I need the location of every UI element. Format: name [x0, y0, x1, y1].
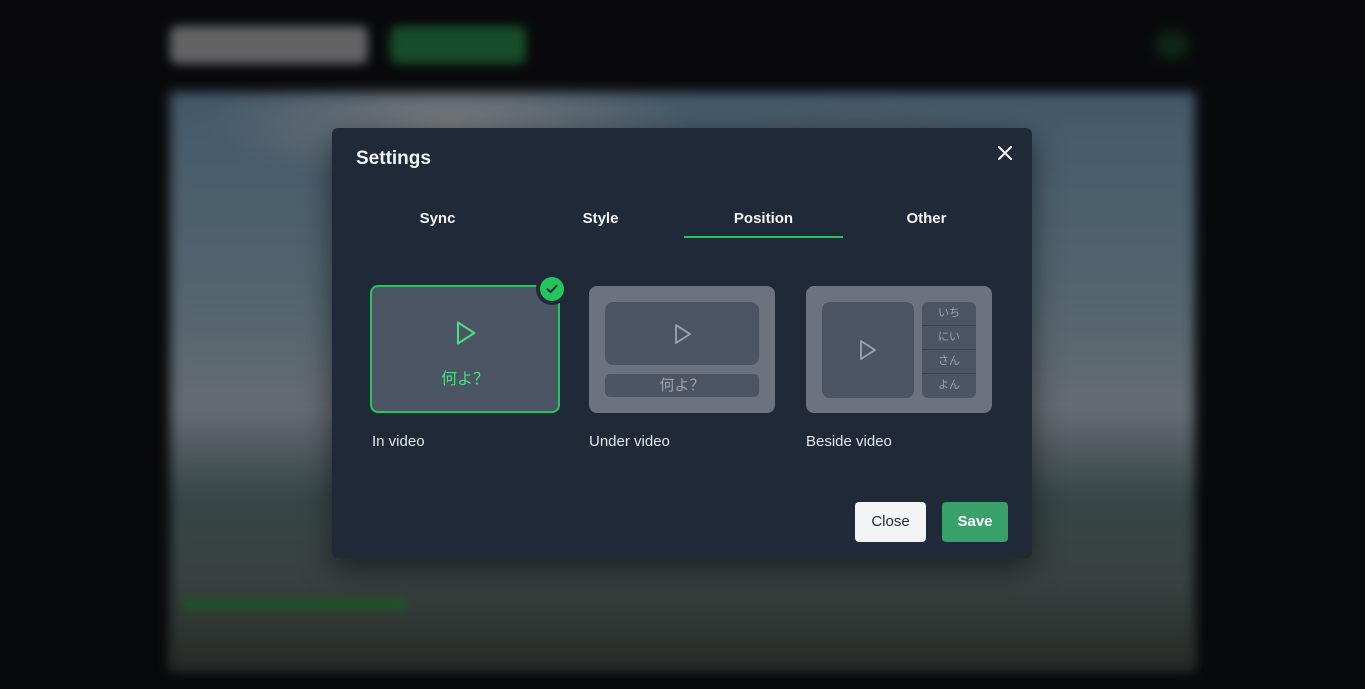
position-option-in-video[interactable]: 何よ？ — [370, 285, 560, 413]
list-item: にい — [922, 326, 976, 350]
play-icon — [860, 340, 876, 360]
position-option-beside-video[interactable]: いち にい さん よん — [806, 286, 992, 413]
video-preview — [822, 302, 914, 398]
play-icon — [675, 324, 691, 344]
option-label-under-video[interactable]: Under video — [589, 433, 670, 450]
dialog-title: Settings — [356, 148, 431, 169]
play-icon — [456, 321, 476, 345]
settings-tabs: Sync Style Position Other — [356, 200, 1008, 238]
tab-position[interactable]: Position — [682, 200, 845, 238]
check-icon — [546, 284, 558, 293]
close-icon[interactable] — [993, 141, 1017, 165]
selected-badge — [536, 273, 568, 305]
subtitle-preview: 何よ？ — [440, 371, 489, 388]
tab-other[interactable]: Other — [845, 200, 1008, 238]
tab-sync[interactable]: Sync — [356, 200, 519, 238]
save-button[interactable]: Save — [942, 502, 1008, 542]
tab-style[interactable]: Style — [519, 200, 682, 238]
option-label-in-video[interactable]: In video — [372, 433, 425, 450]
video-preview — [605, 302, 759, 365]
list-item: さん — [922, 350, 976, 374]
subtitle-list-preview: いち にい さん よん — [922, 302, 976, 398]
subtitle-preview: 何よ？ — [605, 374, 759, 397]
list-item: いち — [922, 302, 976, 326]
video-preview: 何よ？ — [388, 303, 542, 397]
settings-dialog: Settings Sync Style Position Other 何よ？ 何… — [332, 128, 1032, 558]
close-button[interactable]: Close — [855, 502, 926, 542]
option-label-beside-video[interactable]: Beside video — [806, 433, 892, 450]
position-option-under-video[interactable]: 何よ？ — [589, 286, 775, 413]
list-item: よん — [938, 379, 960, 391]
